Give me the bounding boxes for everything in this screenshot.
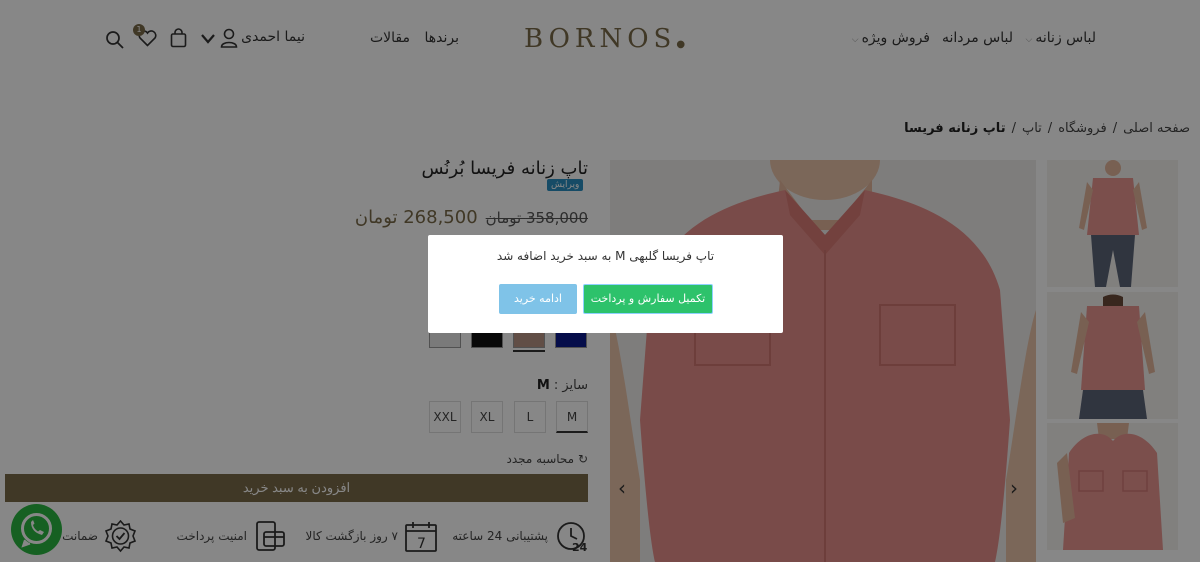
added-to-cart-dialog: تاپ فریسا گلبهی M به سبد خرید اضافه شد ت… [428, 235, 783, 333]
continue-shopping-button[interactable]: ادامه خرید [499, 284, 577, 314]
checkout-button[interactable]: تکمیل سفارش و پرداخت [583, 284, 713, 314]
dialog-message: تاپ فریسا گلبهی M به سبد خرید اضافه شد [496, 249, 715, 263]
